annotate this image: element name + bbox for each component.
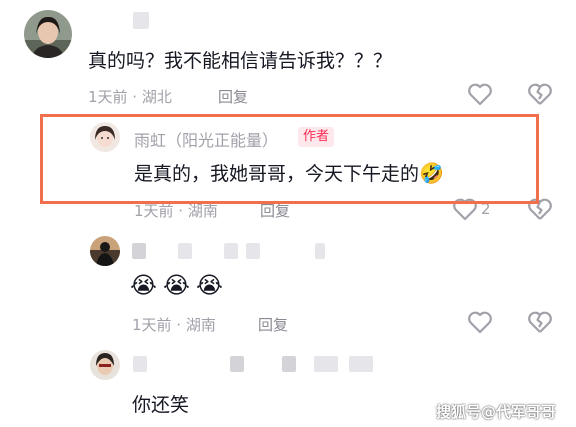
username-redacted [349, 356, 373, 372]
highlight-box [40, 114, 539, 204]
crying-emoji: 😭 [130, 273, 157, 299]
broken-heart-icon[interactable] [527, 310, 553, 334]
username-redacted [178, 243, 192, 259]
username-redacted [133, 356, 147, 372]
comment-text: 你还笑 [132, 394, 190, 416]
heart-icon[interactable] [467, 82, 493, 106]
comment-meta: 1天前 · 湖北 [88, 88, 172, 106]
comment-text: 真的吗？我不能相信请告诉我？？？ [88, 50, 393, 72]
username-redacted [224, 243, 238, 259]
crying-emoji: 😭 [196, 273, 223, 299]
comment-meta: 1天前 · 湖南 [132, 316, 216, 334]
avatar[interactable] [90, 350, 120, 380]
username-redacted [315, 243, 325, 259]
reply-button[interactable]: 回复 [258, 314, 288, 335]
username-redacted [246, 243, 260, 259]
username-redacted [132, 243, 146, 259]
username-redacted [282, 356, 296, 372]
avatar[interactable] [90, 236, 120, 266]
username-redacted [230, 356, 244, 372]
avatar[interactable] [24, 10, 72, 58]
broken-heart-icon[interactable] [527, 82, 553, 106]
crying-emoji: 😭 [163, 273, 190, 299]
watermark: 搜狐号@代军哥哥 [436, 403, 557, 421]
heart-icon[interactable] [467, 310, 493, 334]
reply-button[interactable]: 回复 [218, 86, 248, 107]
username-redacted [133, 12, 149, 29]
username-redacted [314, 356, 338, 372]
